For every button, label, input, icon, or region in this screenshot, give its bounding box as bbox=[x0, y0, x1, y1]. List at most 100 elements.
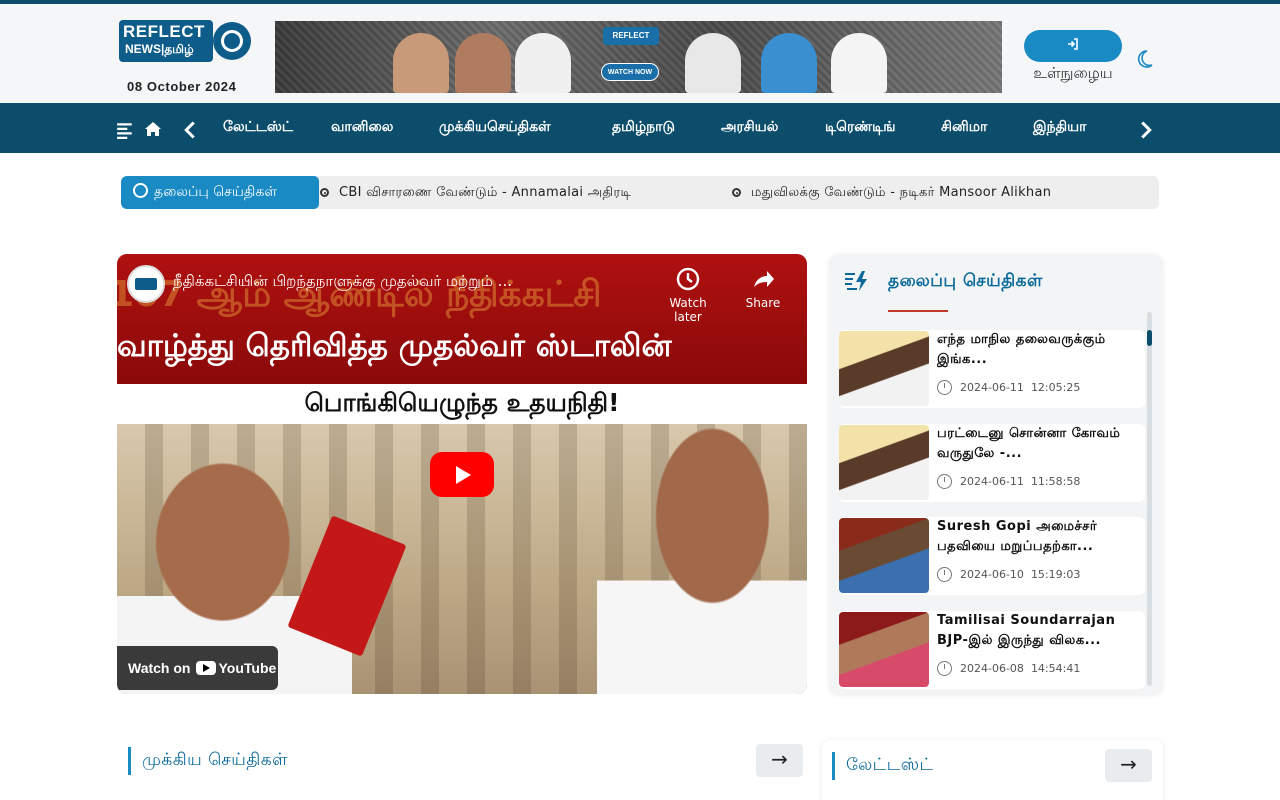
watch-later-label: Watch later bbox=[669, 296, 707, 324]
video-title[interactable]: நீதிக்கட்சியின் பிறந்தநாளுக்கு முதல்வர் … bbox=[173, 272, 512, 292]
video-person-right-image bbox=[597, 424, 807, 694]
news-card[interactable]: Tamilisai Soundarrajan BJP-இல் இருந்து வ… bbox=[839, 611, 1145, 689]
clock-icon bbox=[937, 380, 952, 395]
logo-box: REFLECT NEWS|தமிழ் bbox=[119, 20, 213, 62]
ticker-item[interactable]: CBI விசாரணை வேண்டும் - Annamalai அதிரடி bbox=[320, 176, 631, 209]
login-icon bbox=[1068, 38, 1078, 50]
main-nav-bar: லேட்டஸ்ட் வானிலை முக்கியசெய்திகள் தமிழ்ந… bbox=[0, 103, 1280, 153]
video-overlay-line2: வாழ்த்து தெரிவித்த முதல்வர் ஸ்டாலின் bbox=[117, 328, 672, 364]
main-news-more-button[interactable]: → bbox=[756, 744, 803, 777]
lightning-list-icon bbox=[845, 271, 867, 291]
video-overlay-line3: பொங்கியெழுந்த உதயநிதி! bbox=[304, 388, 620, 417]
news-card-timestamp: 2024-06-10 15:19:03 bbox=[937, 567, 1080, 582]
banner-person-image bbox=[831, 33, 887, 93]
sidebar-title: தலைப்பு செய்திகள் bbox=[888, 271, 1043, 291]
news-card-title: எந்த மாநில தலைவருக்கும் இங்க... bbox=[937, 332, 1106, 367]
news-card-title: Suresh Gopi அமைச்சர் பதவியை மறுப்பதற்கா.… bbox=[937, 519, 1098, 554]
nav-item-trending[interactable]: டிரெண்டிங் bbox=[825, 119, 896, 137]
news-card-date: 2024-06-08 bbox=[960, 662, 1024, 675]
banner-person-image bbox=[761, 33, 817, 93]
news-card-thumbnail bbox=[839, 612, 929, 687]
main-news-section-title: முக்கிய செய்திகள் bbox=[142, 750, 289, 770]
chevron-left-icon[interactable] bbox=[181, 120, 199, 140]
news-card-date: 2024-06-11 bbox=[960, 475, 1024, 488]
youtube-play-button[interactable] bbox=[430, 452, 494, 497]
channel-avatar[interactable] bbox=[127, 265, 165, 303]
nav-item-latest[interactable]: லேட்டஸ்ட் bbox=[223, 119, 293, 137]
news-card-timestamp: 2024-06-11 11:58:58 bbox=[937, 474, 1080, 489]
news-card-time: 14:54:41 bbox=[1030, 662, 1081, 675]
headline-ticker: தலைப்பு செய்திகள் CBI விசாரணை வேண்டும் -… bbox=[121, 176, 1159, 209]
nav-item-tamilnadu[interactable]: தமிழ்நாடு bbox=[612, 119, 675, 137]
news-card-time: 15:19:03 bbox=[1030, 568, 1081, 581]
clock-icon bbox=[937, 474, 952, 489]
share-icon bbox=[754, 271, 774, 287]
clock-icon bbox=[937, 661, 952, 676]
login-button[interactable] bbox=[1024, 30, 1122, 62]
news-card-thumbnail bbox=[839, 518, 929, 593]
home-icon[interactable] bbox=[144, 119, 162, 139]
youtube-video-embed[interactable]: 107 ஆம் ஆண்டில் நீதிக்கட்சி நீதிக்கட்சிய… bbox=[117, 254, 807, 694]
news-card[interactable]: எந்த மாநில தலைவருக்கும் இங்க... 2024-06-… bbox=[839, 330, 1145, 408]
news-card-time: 11:58:58 bbox=[1030, 475, 1081, 488]
latest-section-title: லேட்டஸ்ட் bbox=[846, 755, 934, 775]
clock-icon bbox=[676, 267, 700, 291]
nav-item-politics[interactable]: அரசியல் bbox=[721, 119, 778, 137]
news-card-date: 2024-06-10 bbox=[960, 568, 1024, 581]
banner-person-image bbox=[455, 33, 511, 93]
headlines-sidebar: தலைப்பு செய்திகள் எந்த மாநில தலைவருக்கும… bbox=[829, 254, 1163, 694]
ticker-label-text: தலைப்பு செய்திகள் bbox=[154, 184, 277, 200]
banner-person-image bbox=[393, 33, 449, 93]
news-card[interactable]: பரட்டைனு சொன்னா கோவம் வருதுலே -... 2024-… bbox=[839, 424, 1145, 502]
login-label[interactable]: உள்நுழைய bbox=[1024, 64, 1122, 84]
dark-mode-moon-icon[interactable] bbox=[1133, 48, 1155, 70]
news-card-timestamp: 2024-06-08 14:54:41 bbox=[937, 661, 1080, 676]
news-card-thumbnail bbox=[839, 425, 929, 500]
logo-text-line1: REFLECT bbox=[123, 22, 205, 41]
nav-item-india[interactable]: இந்தியா bbox=[1033, 119, 1086, 137]
chevron-right-icon[interactable] bbox=[1137, 120, 1155, 140]
banner-person-image bbox=[515, 33, 571, 93]
share-button[interactable]: Share bbox=[735, 266, 791, 310]
clock-icon bbox=[937, 567, 952, 582]
sidebar-scrollbar[interactable] bbox=[1147, 312, 1152, 686]
news-card-title: Tamilisai Soundarrajan BJP-இல் இருந்து வ… bbox=[937, 613, 1116, 648]
ticker-item-text: மதுவிலக்கு வேண்டும் - நடிகர் Mansoor Ali… bbox=[751, 185, 1052, 200]
sidebar-title-underline bbox=[888, 310, 948, 312]
banner-logo-badge: REFLECT bbox=[603, 27, 659, 45]
share-label: Share bbox=[745, 296, 781, 310]
bullet-icon bbox=[732, 188, 741, 197]
watch-later-button[interactable]: Watch later bbox=[660, 266, 716, 324]
news-card-time: 12:05:25 bbox=[1030, 381, 1081, 394]
banner-watch-now-button[interactable]: WATCH NOW bbox=[601, 63, 659, 81]
news-card-title: பரட்டைனு சொன்னா கோவம் வருதுலே -... bbox=[937, 426, 1121, 461]
youtube-label: YouTube bbox=[218, 660, 277, 676]
current-date: 08 October 2024 bbox=[127, 79, 237, 94]
ticker-item-text: CBI விசாரணை வேண்டும் - Annamalai அதிரடி bbox=[339, 185, 632, 200]
section-accent-bar bbox=[128, 747, 131, 775]
latest-section-box: லேட்டஸ்ட் → bbox=[822, 740, 1163, 800]
youtube-logo-icon bbox=[196, 661, 217, 675]
logo-emblem-icon bbox=[213, 22, 251, 60]
nav-item-main-news[interactable]: முக்கியசெய்திகள் bbox=[439, 119, 551, 137]
banner-person-image bbox=[685, 33, 741, 93]
news-card[interactable]: Suresh Gopi அமைச்சர் பதவியை மறுப்பதற்கா.… bbox=[839, 517, 1145, 595]
logo-text-line2: NEWS|தமிழ் bbox=[125, 42, 194, 56]
site-header: REFLECT NEWS|தமிழ் 08 October 2024 REFLE… bbox=[0, 4, 1280, 103]
ticker-item[interactable]: மதுவிலக்கு வேண்டும் - நடிகர் Mansoor Ali… bbox=[732, 176, 1051, 209]
bullet-icon bbox=[320, 188, 329, 197]
latest-more-button[interactable]: → bbox=[1105, 749, 1152, 782]
menu-icon[interactable] bbox=[116, 120, 134, 140]
section-accent-bar bbox=[832, 752, 835, 780]
news-card-date: 2024-06-11 bbox=[960, 381, 1024, 394]
globe-icon bbox=[133, 183, 148, 198]
nav-item-cinema[interactable]: சினிமா bbox=[941, 119, 987, 137]
ad-banner[interactable]: REFLECT WATCH NOW bbox=[275, 21, 1002, 93]
site-logo[interactable]: REFLECT NEWS|தமிழ் bbox=[119, 20, 251, 66]
news-card-timestamp: 2024-06-11 12:05:25 bbox=[937, 380, 1080, 395]
watch-on-label: Watch on bbox=[128, 660, 191, 676]
ticker-label: தலைப்பு செய்திகள் bbox=[121, 176, 319, 209]
watch-on-youtube-button[interactable]: Watch on YouTube bbox=[117, 646, 278, 690]
nav-item-weather[interactable]: வானிலை bbox=[331, 119, 393, 137]
news-card-thumbnail bbox=[839, 331, 929, 406]
